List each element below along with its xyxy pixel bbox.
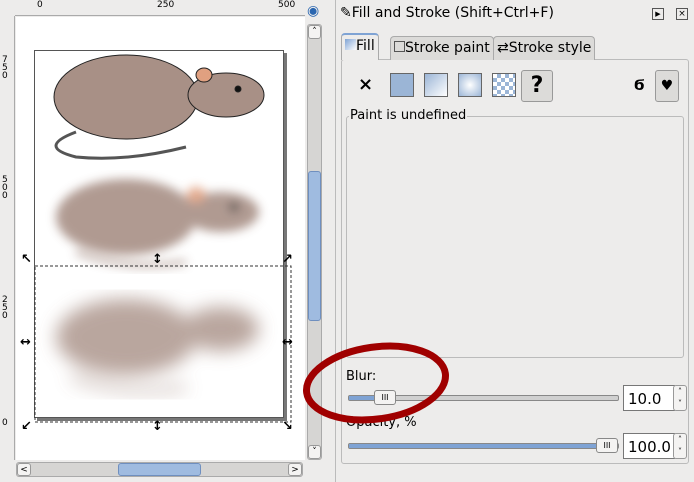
dock-button[interactable]: ▶ (652, 8, 664, 20)
horizontal-scroll-thumb[interactable] (118, 463, 201, 476)
scale-handle-s[interactable]: ↕ (152, 419, 163, 434)
ruler-label: 0 (2, 418, 8, 428)
paint-status: Paint is undefined (349, 108, 468, 123)
ruler-label: 0 (37, 0, 43, 10)
vertical-scroll-thumb[interactable] (308, 171, 321, 321)
scale-handle-se[interactable]: ↘ (282, 419, 293, 434)
radial-gradient-button[interactable] (458, 73, 482, 97)
fill-rule-nonzero-button[interactable]: ♥ (655, 70, 679, 102)
flat-color-button[interactable] (390, 73, 414, 97)
opacity-slider[interactable]: III (348, 438, 619, 453)
tab-label: Stroke style (508, 40, 592, 56)
no-paint-button[interactable]: × (358, 74, 373, 95)
stroke-style-icon: ⇄ (497, 40, 509, 56)
stroke-paint-icon (394, 41, 405, 52)
ruler-label: 750 (2, 55, 8, 81)
unset-paint-button[interactable]: ? (521, 70, 553, 102)
tab-label: Fill (356, 38, 375, 54)
annotation-ellipse (303, 342, 449, 424)
fill-icon (345, 39, 356, 50)
ruler-label: 500 (278, 0, 296, 10)
linear-gradient-button[interactable] (424, 73, 448, 97)
scroll-up-button[interactable]: ˄ (308, 25, 321, 39)
horizontal-scrollbar[interactable]: < > (16, 462, 303, 477)
scale-handle-nw[interactable]: ↖ (21, 252, 32, 267)
scroll-right-button[interactable]: > (288, 463, 302, 476)
ruler-label: 250 (157, 0, 175, 10)
rat-more-blurred (56, 299, 259, 393)
scroll-down-button[interactable]: ˅ (308, 445, 321, 459)
pattern-button[interactable] (492, 73, 516, 97)
horizontal-ruler: 0 250 500 (15, 0, 305, 16)
scale-handle-e[interactable]: ↔ (282, 335, 293, 350)
blur-spin-button[interactable]: ˄ ˅ (673, 385, 687, 411)
drawing (34, 54, 292, 423)
vertical-ruler: 750 500 250 0 (0, 16, 15, 460)
opacity-spin-button[interactable]: ˄ ˅ (673, 433, 687, 459)
zoom-icon[interactable]: ◉ (307, 3, 319, 19)
tab-label: Stroke paint (405, 40, 490, 56)
scale-handle-w[interactable]: ↔ (20, 335, 31, 350)
scale-handle-ne[interactable]: ↗ (282, 252, 293, 267)
scroll-left-button[interactable]: < (17, 463, 31, 476)
drawing-canvas[interactable]: ↖ ↕ ↗ ↔ ↔ ↙ ↕ ↘ (16, 17, 305, 460)
close-button[interactable]: × (676, 8, 688, 20)
scale-handle-n[interactable]: ↕ (152, 252, 163, 267)
tab-stroke-style[interactable]: ⇄Stroke style (493, 36, 596, 60)
fill-rule-evenodd-icon[interactable]: Ϭ (634, 78, 645, 94)
opacity-slider-fill (349, 444, 618, 448)
tab-stroke-paint[interactable]: Stroke paint (390, 36, 494, 60)
opacity-slider-thumb[interactable]: III (596, 438, 618, 453)
opacity-input[interactable]: 100.0 (623, 433, 675, 459)
dialog-titlebar: ✎Fill and Stroke (Shift+Ctrl+F) (340, 5, 554, 21)
rat-sharp (53, 54, 265, 160)
scale-handle-sw[interactable]: ↙ (21, 419, 32, 434)
ruler-label: 250 (2, 295, 8, 321)
ruler-label: 500 (2, 175, 8, 201)
tab-fill[interactable]: Fill (341, 33, 379, 60)
dialog-title: Fill and Stroke (Shift+Ctrl+F) (351, 5, 554, 21)
paint-frame (346, 116, 684, 358)
fill-stroke-icon: ✎ (340, 5, 352, 21)
blur-input[interactable]: 10.0 (623, 385, 675, 411)
